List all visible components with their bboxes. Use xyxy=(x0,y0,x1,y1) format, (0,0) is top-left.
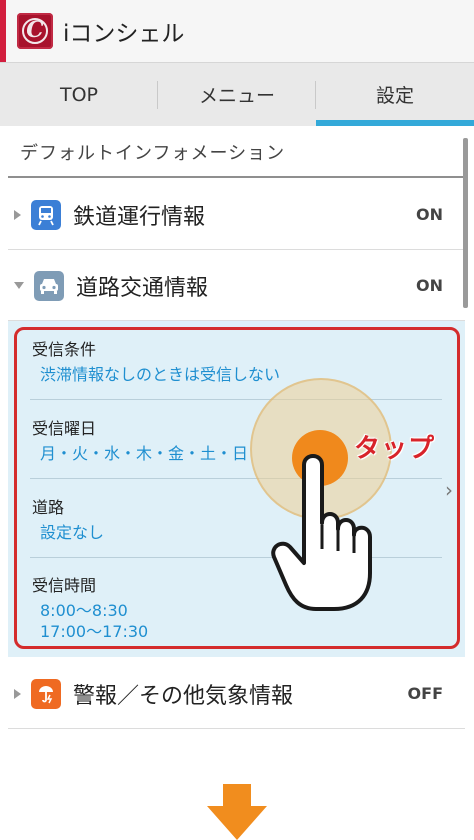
tab-bar: TOP メニュー 設定 xyxy=(0,62,474,126)
expand-right-icon xyxy=(14,688,21,699)
app-logo-icon: C xyxy=(17,13,53,49)
setting-row-state: ON xyxy=(416,205,443,224)
setting-row-label: 道路交通情報 xyxy=(76,275,209,301)
section-divider xyxy=(8,176,465,178)
setting-row-weather[interactable]: 警報／その他気象情報 OFF xyxy=(8,659,465,729)
expand-right-icon xyxy=(14,209,21,220)
app-title: iコンシェル xyxy=(63,21,185,47)
setting-row-railway[interactable]: 鉄道運行情報 ON xyxy=(8,180,465,250)
expand-down-icon xyxy=(14,282,24,289)
setting-row-road-traffic[interactable]: 道路交通情報 ON xyxy=(8,251,465,321)
scrollbar[interactable] xyxy=(463,138,468,308)
train-icon xyxy=(31,199,61,230)
highlight-frame xyxy=(14,327,460,649)
title-bar: C iコンシェル xyxy=(0,0,474,62)
tab-menu-label: メニュー xyxy=(198,85,275,107)
setting-row-label: 警報／その他気象情報 xyxy=(73,683,294,709)
tab-menu[interactable]: メニュー xyxy=(158,63,316,126)
tab-settings[interactable]: 設定 xyxy=(316,63,474,126)
tab-settings-label: 設定 xyxy=(375,85,414,107)
setting-row-label: 鉄道運行情報 xyxy=(73,204,206,230)
setting-row-state: OFF xyxy=(407,684,443,703)
tab-top[interactable]: TOP xyxy=(0,63,158,126)
down-arrow-icon xyxy=(207,784,267,840)
app-logo-letter: C xyxy=(26,17,44,43)
car-icon xyxy=(34,270,64,301)
tab-top-label: TOP xyxy=(59,83,99,106)
pointing-hand-icon xyxy=(271,454,372,611)
weather-umbrella-icon xyxy=(31,678,61,709)
section-header: デフォルトインフォメーション xyxy=(20,143,286,164)
setting-row-state: ON xyxy=(416,276,443,295)
